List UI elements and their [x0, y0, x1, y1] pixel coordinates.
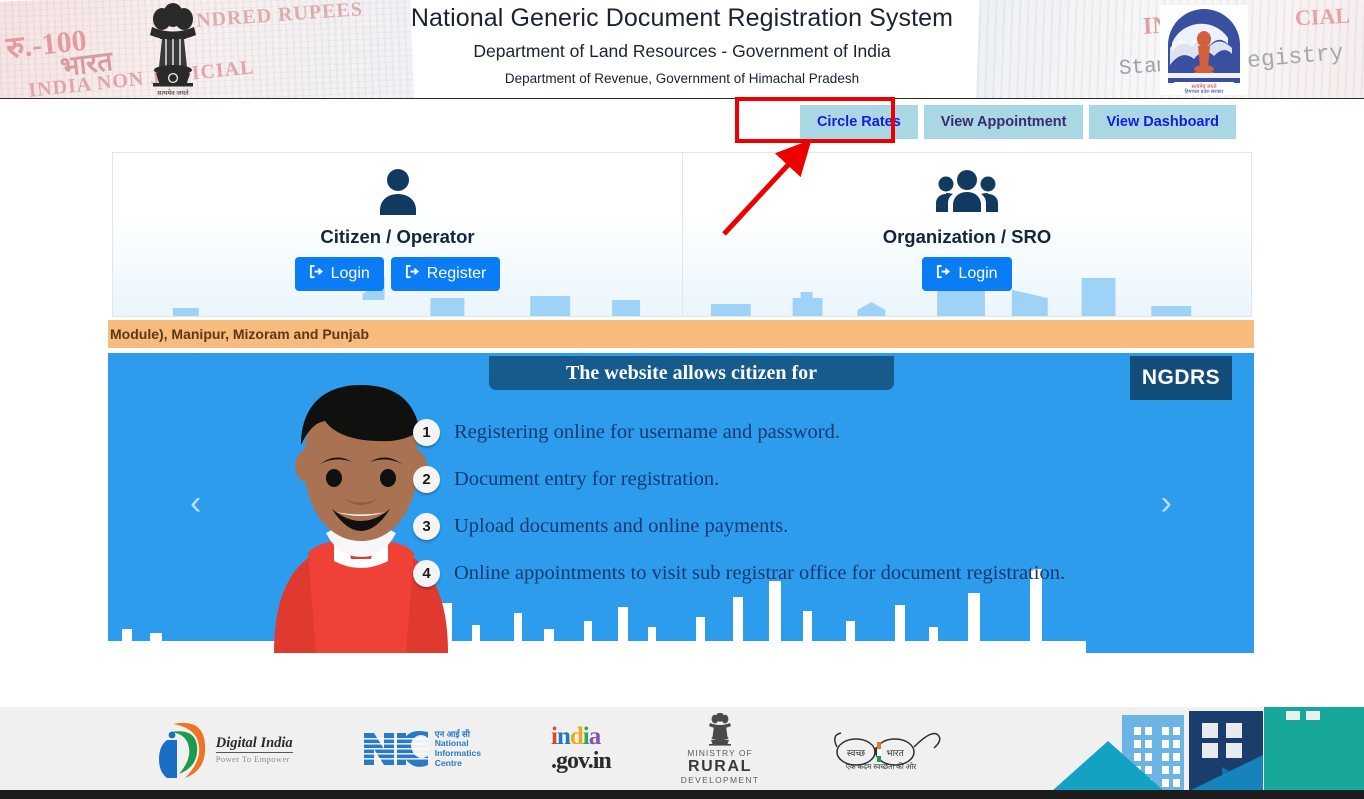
nav-button-view-dashboard[interactable]: View Dashboard	[1089, 105, 1236, 139]
organization-login-label: Login	[958, 265, 998, 282]
banner-feature-list: 1 Registering online for username and pa…	[413, 409, 1065, 597]
citizen-login-label: Login	[330, 265, 370, 282]
citizen-login-button[interactable]: Login	[294, 257, 384, 291]
list-bullet-number: 3	[413, 513, 440, 540]
list-bullet-number: 4	[413, 560, 440, 587]
sign-in-icon	[405, 264, 420, 284]
list-bullet-number: 2	[413, 466, 440, 493]
banner-list-item: 4 Online appointments to visit sub regis…	[413, 550, 1065, 597]
card-organization-sro: Organization / SRO Login	[682, 153, 1251, 316]
digital-india-tagline: Power To Empower	[215, 753, 290, 764]
banner-list-item: 3 Upload documents and online payments.	[413, 503, 1065, 550]
svg-text:सत्यमेव जयते: सत्यमेव जयते	[1191, 83, 1217, 90]
digital-india-logo[interactable]: Digital India Power To Empower	[153, 718, 293, 780]
citizen-register-button[interactable]: Register	[390, 257, 501, 291]
footer-buildings-decoration	[1052, 707, 1364, 791]
top-navigation-bar: Circle Rates View Appointment View Dashb…	[0, 97, 1364, 150]
nic-logo[interactable]: एन आई सी National Informatics Centre	[362, 729, 481, 769]
user-icon	[113, 167, 682, 217]
banner-heading: The website allows citizen for	[489, 356, 894, 390]
ashoka-emblem-icon: सत्यमेव जयते	[140, 3, 206, 97]
india-gov-in-logo[interactable]: india .gov.in	[551, 723, 612, 774]
carousel-prev-arrow-icon[interactable]: ‹	[190, 486, 201, 520]
himachal-pradesh-emblem-icon: सत्यमेव जयते हिमाचल प्रदेश सरकार	[1160, 5, 1248, 95]
india-gov-domain: .gov.in	[551, 747, 612, 774]
page-root: रु.-100 NDRED RUPEES भारत INDIA NON JUDI…	[0, 0, 1364, 799]
sign-in-icon	[309, 264, 324, 284]
organization-login-button[interactable]: Login	[922, 257, 1012, 291]
svg-text:हिमाचल प्रदेश सरकार: हिमाचल प्रदेश सरकार	[1185, 88, 1225, 95]
card-title-organization: Organization / SRO	[882, 226, 1052, 247]
digital-india-title: Digital India	[215, 734, 293, 753]
card-citizen-operator: Citizen / Operator Login Register	[113, 153, 682, 316]
ngdrs-badge: NGDRS	[1130, 356, 1232, 400]
svg-text:एक कदम स्वच्छता की ओर: एक कदम स्वच्छता की ओर	[846, 762, 917, 771]
list-item-text: Document entry for registration.	[454, 468, 720, 490]
sign-in-icon	[936, 264, 951, 284]
nav-button-circle-rates[interactable]: Circle Rates	[799, 105, 918, 139]
watermark-cial: CIAL	[1294, 2, 1351, 31]
card-citizen-actions: Login Register	[113, 257, 682, 291]
footer-bottom-bar	[0, 790, 1364, 799]
svg-text:स्वच्छ: स्वच्छ	[847, 748, 866, 758]
mord-line-1: MINISTRY OF	[687, 747, 753, 758]
list-bullet-number: 1	[413, 419, 440, 446]
mord-line-3: DEVELOPMENT	[680, 774, 760, 785]
list-item-text: Registering online for username and pass…	[454, 421, 840, 443]
nav-button-view-appointment[interactable]: View Appointment	[923, 105, 1084, 139]
footer-logo-strip: Digital India Power To Empower एन आई सी …	[0, 707, 1040, 791]
mord-line-2: RURAL	[687, 758, 752, 776]
card-organization-content: Organization / SRO Login	[683, 153, 1251, 291]
banner-list-item: 2 Document entry for registration.	[413, 456, 1065, 503]
banner-list-item: 1 Registering online for username and pa…	[413, 409, 1065, 456]
nic-line-3: Centre	[434, 757, 462, 768]
svg-text:सत्यमेव जयते: सत्यमेव जयते	[157, 89, 189, 97]
ministry-of-rural-development-logo[interactable]: MINISTRY OF RURAL DEVELOPMENT	[680, 712, 760, 785]
citizen-register-label: Register	[426, 265, 487, 282]
marquee-text: Module), Manipur, Mizoram and Punjab	[110, 326, 370, 342]
site-header: रु.-100 NDRED RUPEES भारत INDIA NON JUDI…	[0, 0, 1364, 98]
svg-text:भारत: भारत	[887, 748, 905, 758]
login-cards-panel: Citizen / Operator Login Register Organi…	[112, 152, 1252, 317]
list-item-text: Upload documents and online payments.	[454, 515, 789, 537]
card-title-citizen: Citizen / Operator	[320, 226, 475, 247]
scrolling-announcement-bar: Module), Manipur, Mizoram and Punjab	[108, 320, 1254, 348]
carousel-next-arrow-icon[interactable]: ›	[1161, 486, 1172, 520]
card-citizen-content: Citizen / Operator Login Register	[113, 153, 682, 291]
list-item-text: Online appointments to visit sub registr…	[454, 562, 1066, 584]
card-organization-actions: Login	[683, 257, 1251, 291]
india-gov-wordmark: india	[551, 723, 601, 751]
site-footer: Digital India Power To Empower एन आई सी …	[0, 707, 1364, 799]
hero-carousel-banner: The website allows citizen for NGDRS 1 R…	[108, 353, 1254, 653]
users-group-icon	[683, 167, 1251, 217]
swachh-bharat-logo[interactable]: स्वच्छ भारत एक कदम स्वच्छता की ओर	[829, 727, 947, 771]
